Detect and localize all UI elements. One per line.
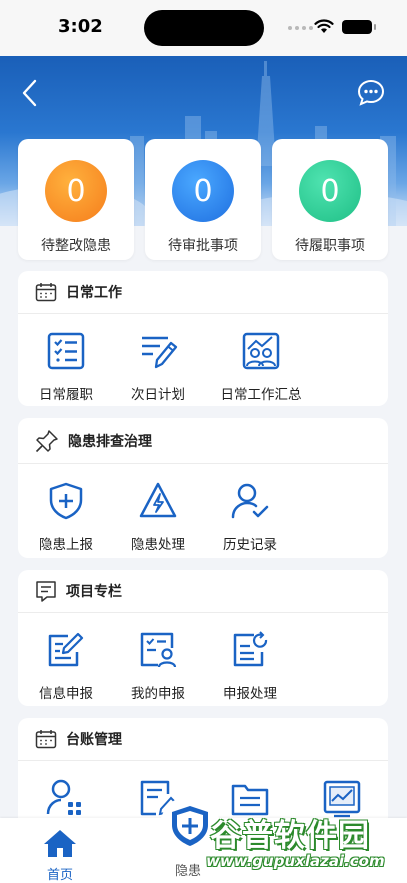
doc-user-icon	[140, 632, 177, 668]
hazard-handling-button[interactable]: 隐患处理	[112, 464, 204, 553]
section-daily-work: 日常工作 日常履职 次日计划 日常工作汇总	[18, 271, 388, 406]
section-project-column: 项目专栏 信息申报 我的申报 申报处理	[18, 570, 388, 706]
history-record-button[interactable]: 历史记录	[204, 464, 296, 553]
next-day-plan-button[interactable]: 次日计划	[112, 314, 204, 403]
item-label: 历史记录	[223, 537, 277, 553]
warning-bolt-icon	[139, 482, 177, 518]
pushpin-icon	[35, 429, 58, 452]
user-grid-icon	[46, 779, 81, 815]
notice-board-icon	[36, 581, 56, 602]
status-bar: 3:02	[0, 0, 407, 56]
item-label: 日常履职	[39, 387, 93, 403]
stat-card-pending-rectification[interactable]: 0 待整改隐患	[18, 139, 134, 260]
calendar-icon	[35, 730, 57, 749]
daily-work-summary-button[interactable]: 日常工作汇总	[204, 314, 318, 403]
edit-doc-icon	[48, 632, 84, 667]
section-title: 项目专栏	[66, 584, 122, 600]
dynamic-island	[144, 10, 264, 46]
stat-label: 待审批事项	[168, 238, 238, 254]
team-chart-icon	[242, 332, 280, 370]
section-title: 日常工作	[66, 285, 122, 301]
home-icon	[44, 830, 76, 857]
declaration-processing-button[interactable]: 申报处理	[204, 613, 296, 702]
stat-card-pending-duty[interactable]: 0 待履职事项	[272, 139, 388, 260]
info-declare-button[interactable]: 信息申报	[20, 613, 112, 702]
watermark-url: www.gupuxlazai.com	[206, 852, 385, 870]
calendar-icon	[35, 283, 57, 302]
item-label: 信息申报	[39, 686, 93, 702]
item-label: 我的申报	[131, 686, 185, 702]
item-label: 申报处理	[223, 686, 277, 702]
item-label: 隐患上报	[39, 537, 93, 553]
tab-label: 首页	[46, 868, 73, 883]
stat-label: 待整改隐患	[41, 238, 111, 254]
stat-count: 0	[299, 160, 361, 222]
stat-count: 0	[45, 160, 107, 222]
item-label: 日常工作汇总	[220, 387, 302, 403]
status-time: 3:02	[58, 16, 103, 37]
wifi-icon	[314, 19, 334, 33]
section-header: 项目专栏	[18, 570, 388, 613]
section-header: 日常工作	[18, 271, 388, 314]
ledger-personnel-button[interactable]	[20, 761, 112, 818]
section-header: 隐患排查治理	[18, 418, 388, 464]
back-button[interactable]	[18, 78, 42, 108]
message-button[interactable]	[357, 78, 385, 106]
doc-refresh-icon	[233, 631, 268, 667]
item-label: 次日计划	[131, 387, 185, 403]
watermark-text: 谷普软件园	[210, 818, 370, 854]
user-check-icon	[231, 483, 269, 519]
section-hazard-inspection: 隐患排查治理 隐患上报 隐患处理 历史记录	[18, 418, 388, 558]
cellular-signal-icon	[288, 26, 313, 30]
shield-plus-icon	[49, 482, 83, 520]
stat-label: 待履职事项	[295, 238, 365, 254]
section-title: 隐患排查治理	[68, 433, 152, 450]
hazard-report-button[interactable]: 隐患上报	[20, 464, 112, 553]
daily-duty-button[interactable]: 日常履职	[20, 314, 112, 403]
item-label: 隐患处理	[131, 537, 185, 553]
section-title: 台账管理	[66, 732, 122, 748]
pen-notes-icon	[142, 336, 178, 369]
checklist-icon	[47, 332, 85, 370]
tab-home[interactable]: 首页	[38, 828, 82, 883]
site-watermark: 谷普软件园 www.gupuxlazai.com	[198, 808, 407, 883]
stat-count: 0	[172, 160, 234, 222]
stat-card-pending-approval[interactable]: 0 待审批事项	[145, 139, 261, 260]
battery-icon	[342, 20, 376, 34]
section-header: 台账管理	[18, 718, 388, 761]
my-declaration-button[interactable]: 我的申报	[112, 613, 204, 702]
